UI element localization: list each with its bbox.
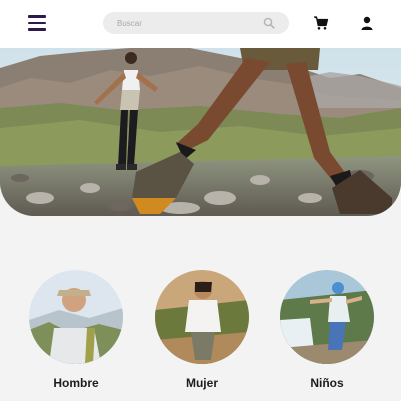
category-label-mujer: Mujer [185, 376, 218, 390]
category-label-ninos: Niños [310, 376, 344, 390]
category-hombre[interactable]: Hombre [29, 270, 123, 390]
search-input[interactable] [117, 15, 257, 31]
header [0, 0, 401, 48]
category-label-hombre: Hombre [53, 376, 99, 390]
hero-image [0, 48, 401, 216]
category-image-ninos[interactable] [280, 270, 374, 364]
category-image-mujer[interactable] [155, 270, 249, 364]
category-ninos[interactable]: Niños [280, 270, 374, 390]
hero-banner[interactable] [0, 48, 401, 216]
cart-icon[interactable] [313, 15, 329, 31]
user-icon[interactable] [359, 15, 375, 31]
category-mujer[interactable]: Mujer [155, 270, 249, 390]
hamburger-menu-icon[interactable] [28, 15, 46, 31]
category-image-hombre[interactable] [29, 270, 123, 364]
search-bar[interactable] [103, 12, 289, 34]
search-icon[interactable] [263, 17, 275, 29]
